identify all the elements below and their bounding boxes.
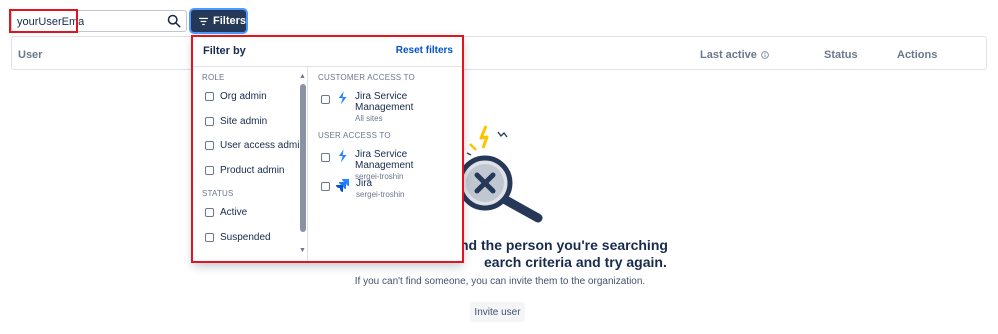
- filter-icon: [199, 17, 208, 25]
- column-last-active[interactable]: Last active: [700, 49, 769, 61]
- info-icon[interactable]: [761, 51, 769, 59]
- invite-user-button[interactable]: Invite user: [470, 302, 525, 322]
- search-highlight-box: [9, 9, 78, 33]
- column-last-active-label: Last active: [700, 49, 757, 61]
- column-actions: Actions: [897, 49, 938, 61]
- filters-button-label: Filters: [212, 15, 246, 27]
- filters-button[interactable]: Filters: [191, 10, 246, 32]
- column-status[interactable]: Status: [824, 49, 858, 61]
- column-user[interactable]: User: [18, 49, 42, 61]
- table-header: User Last active Status Actions: [11, 36, 987, 70]
- empty-state-subtitle: If you can't find someone, you can invit…: [354, 276, 646, 287]
- filter-panel-highlight-box: [191, 35, 464, 263]
- search-icon[interactable]: [167, 14, 181, 28]
